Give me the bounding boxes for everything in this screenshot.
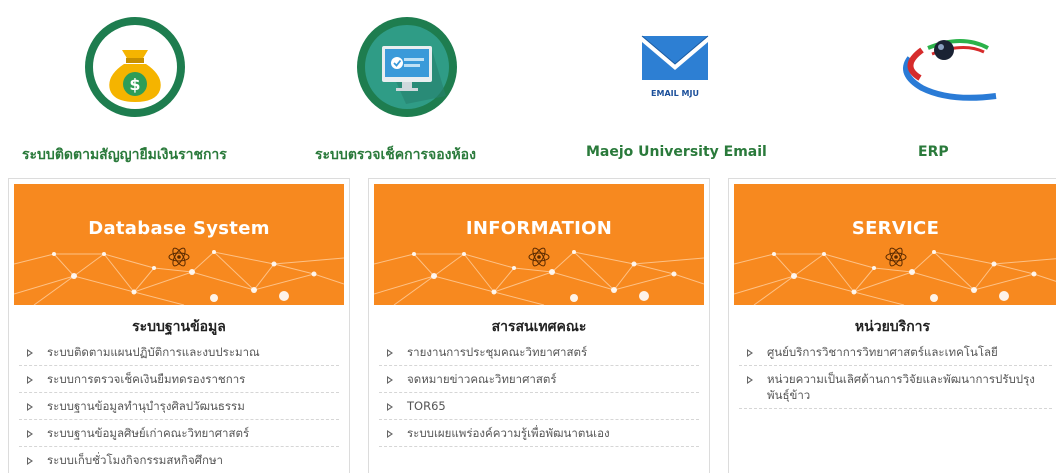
- monitor-check-icon: [357, 17, 457, 117]
- list-item-label[interactable]: หน่วยความเป็นเลิศด้านการวิจัยและพัฒนาการ…: [767, 372, 1035, 402]
- list-item-label[interactable]: ระบบฐานข้อมูลทำนุบำรุงศิลปวัฒนธรรม: [47, 399, 245, 413]
- card-banner: SERVICE: [734, 184, 1056, 305]
- triangle-bullet-icon: [27, 457, 33, 465]
- triangle-bullet-icon: [387, 376, 393, 384]
- erp-logo-icon: [903, 39, 997, 101]
- banner-title: SERVICE: [851, 218, 940, 239]
- card-database-system: Database System ระบบฐานข้อมูล ระบบติดตาม…: [8, 178, 350, 473]
- top-link-title[interactable]: ระบบติดตามสัญญายืมเงินราชการ: [22, 144, 227, 166]
- svg-text:$: $: [129, 75, 140, 94]
- banner-title: INFORMATION: [465, 218, 613, 239]
- top-link-room-booking[interactable]: ระบบตรวจเช็คการจองห้อง: [280, 0, 540, 175]
- list-item-label[interactable]: ระบบติดตามแผนปฏิบัติการและงบประมาณ: [47, 345, 260, 359]
- list-item-label[interactable]: ศูนย์บริการวิชาการวิทยาศาสตร์และเทคโนโลย…: [767, 345, 998, 359]
- list-item[interactable]: ระบบเผยแพร่องค์ความรู้เพื่อพัฒนาตนเอง: [379, 420, 699, 447]
- network-background: [14, 250, 344, 305]
- list-item[interactable]: ระบบฐานข้อมูลทำนุบำรุงศิลปวัฒนธรรม: [19, 393, 339, 420]
- card-heading: ระบบฐานข้อมูล: [132, 319, 226, 335]
- list-item-label[interactable]: รายงานการประชุมคณะวิทยาศาสตร์: [407, 345, 587, 359]
- email-mju-icon: EMAIL MJU: [641, 35, 709, 98]
- triangle-bullet-icon: [387, 403, 393, 411]
- triangle-bullet-icon: [27, 403, 33, 411]
- card-heading: สารสนเทศคณะ: [491, 319, 587, 335]
- card-banner: INFORMATION: [374, 184, 704, 305]
- top-link-loan-tracking[interactable]: $ ระบบติดตามสัญญายืมเงินราชการ: [0, 0, 280, 175]
- triangle-bullet-icon: [387, 430, 393, 438]
- top-link-erp[interactable]: ERP: [810, 0, 1056, 175]
- list-item[interactable]: ระบบการตรวจเช็คเงินยืมทดรองราชการ: [19, 366, 339, 393]
- list-item[interactable]: ระบบติดตามแผนปฏิบัติการและงบประมาณ: [19, 339, 339, 366]
- triangle-bullet-icon: [747, 349, 753, 357]
- list-item[interactable]: ระบบฐานข้อมูลศิษย์เก่าคณะวิทยาศาสตร์: [19, 420, 339, 447]
- money-bag-icon: $: [85, 17, 185, 117]
- list-item[interactable]: หน่วยความเป็นเลิศด้านการวิจัยและพัฒนาการ…: [739, 366, 1052, 409]
- link-list: รายงานการประชุมคณะวิทยาศาสตร์ จดหมายข่าว…: [379, 339, 699, 447]
- atom-icon: [885, 247, 906, 267]
- top-link-title[interactable]: ERP: [918, 144, 949, 160]
- triangle-bullet-icon: [747, 376, 753, 384]
- list-item-label[interactable]: ระบบฐานข้อมูลศิษย์เก่าคณะวิทยาศาสตร์: [47, 426, 249, 440]
- list-item[interactable]: รายงานการประชุมคณะวิทยาศาสตร์: [379, 339, 699, 366]
- top-link-title[interactable]: ระบบตรวจเช็คการจองห้อง: [315, 144, 476, 166]
- atom-icon: [168, 247, 190, 267]
- list-item-label[interactable]: ระบบการตรวจเช็คเงินยืมทดรองราชการ: [47, 372, 245, 386]
- list-item-label[interactable]: จดหมายข่าวคณะวิทยาศาสตร์: [407, 372, 557, 386]
- list-item[interactable]: TOR65: [379, 393, 699, 420]
- top-link-title[interactable]: Maejo University Email: [586, 144, 767, 160]
- svg-text:EMAIL MJU: EMAIL MJU: [651, 89, 699, 98]
- link-list: ศูนย์บริการวิชาการวิทยาศาสตร์และเทคโนโลย…: [739, 339, 1052, 409]
- top-link-email[interactable]: EMAIL MJU Maejo University Email: [540, 0, 810, 175]
- network-background: [374, 250, 704, 305]
- card-service: SERVICE หน่วยบริการ ศูนย์บริการวิชาการวิ…: [728, 178, 1056, 473]
- card-heading: หน่วยบริการ: [854, 319, 931, 335]
- atom-icon: [528, 247, 550, 267]
- list-item-label[interactable]: TOR65: [407, 399, 446, 413]
- list-item-label[interactable]: ระบบเผยแพร่องค์ความรู้เพื่อพัฒนาตนเอง: [407, 426, 610, 440]
- list-item[interactable]: จดหมายข่าวคณะวิทยาศาสตร์: [379, 366, 699, 393]
- list-item[interactable]: ระบบเก็บชั่วโมงกิจกรรมสหกิจศึกษา: [19, 447, 339, 473]
- triangle-bullet-icon: [27, 430, 33, 438]
- card-information: INFORMATION สารสนเทศคณะ รายงานการประชุมค…: [368, 178, 710, 473]
- triangle-bullet-icon: [27, 376, 33, 384]
- triangle-bullet-icon: [387, 349, 393, 357]
- list-item[interactable]: ศูนย์บริการวิชาการวิทยาศาสตร์และเทคโนโลย…: [739, 339, 1052, 366]
- network-background: [734, 250, 1056, 305]
- card-banner: Database System: [14, 184, 344, 305]
- list-item-label[interactable]: ระบบเก็บชั่วโมงกิจกรรมสหกิจศึกษา: [47, 453, 223, 467]
- triangle-bullet-icon: [27, 349, 33, 357]
- banner-title: Database System: [88, 218, 270, 239]
- link-list: ระบบติดตามแผนปฏิบัติการและงบประมาณ ระบบก…: [19, 339, 339, 473]
